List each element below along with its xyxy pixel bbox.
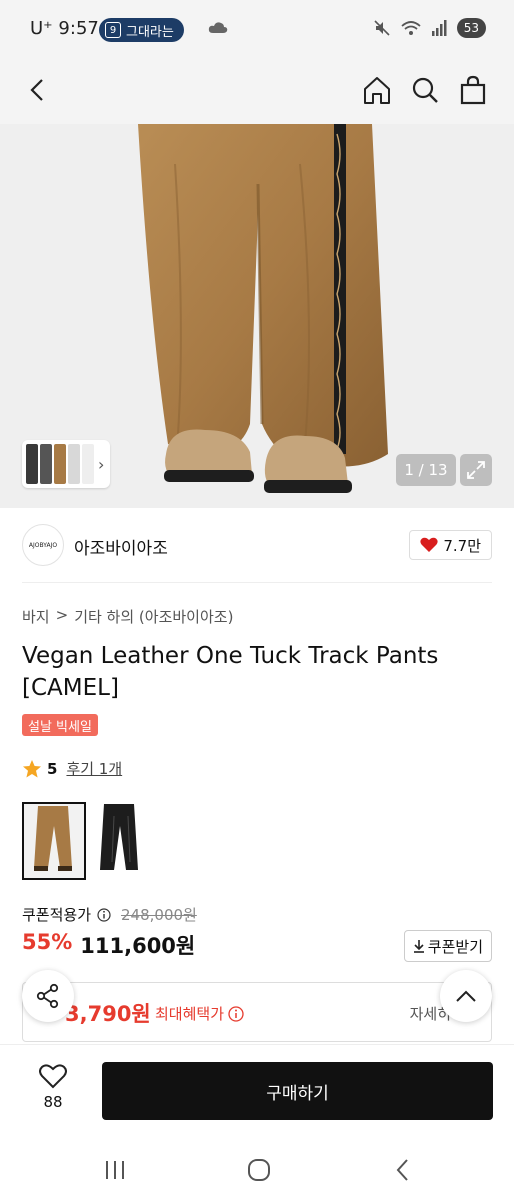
notification-text: 그대라는 <box>126 24 174 40</box>
breadcrumb-separator: > <box>55 606 69 624</box>
reviews-link[interactable]: 후기 1개 <box>66 758 122 779</box>
sale-badge: 설날 빅세일 <box>22 714 98 736</box>
breadcrumb-item[interactable]: 기타 하의 (아조바이아조) <box>74 606 233 627</box>
camel-pants-thumbnail <box>24 804 84 878</box>
chevron-up-icon <box>456 990 476 1002</box>
expand-button[interactable] <box>460 454 492 486</box>
wishlist-button[interactable]: 88 <box>28 1063 78 1111</box>
product-title: Vegan Leather One Tuck Track Pants [CAME… <box>22 643 439 701</box>
system-navigation-bar <box>0 1140 514 1200</box>
brand-logo[interactable]: AJOBYAJO <box>22 524 64 566</box>
thumbnail <box>26 444 38 484</box>
search-button[interactable] <box>407 72 443 108</box>
rating-row[interactable]: 5 후기 1개 <box>22 758 122 779</box>
max-benefit-label: 최대혜택가 <box>155 1003 244 1024</box>
image-counter: 1 / 13 <box>396 454 456 486</box>
price-row: 55% 111,600원 <box>22 930 195 960</box>
home-circle-icon <box>248 1159 270 1181</box>
rating-score: 5 <box>47 759 58 778</box>
system-back-button[interactable] <box>387 1154 419 1186</box>
expand-icon <box>467 461 485 479</box>
status-icons: 53 <box>373 18 486 38</box>
system-back-icon <box>396 1159 408 1181</box>
recent-apps-button[interactable] <box>99 1154 131 1186</box>
thumbnail <box>82 444 94 484</box>
now-playing-pill[interactable]: 9 그대라는 <box>99 18 184 42</box>
color-option-camel[interactable] <box>22 802 86 880</box>
brand-name[interactable]: 아조바이아조 <box>74 534 168 559</box>
divider <box>22 582 492 583</box>
black-pants-thumbnail <box>88 802 152 880</box>
wifi-icon <box>401 21 421 35</box>
get-coupon-button[interactable]: 쿠폰받기 <box>403 930 492 962</box>
bag-icon <box>460 75 486 105</box>
cart-button[interactable] <box>455 72 491 108</box>
thumbnail <box>40 444 52 484</box>
info-icon[interactable] <box>97 907 111 922</box>
sale-price: 111,600원 <box>80 934 196 958</box>
scroll-top-button[interactable] <box>440 970 492 1022</box>
battery-icon: 53 <box>456 18 486 38</box>
back-icon <box>30 79 43 101</box>
status-time: U⁺ 9:57 <box>30 18 99 39</box>
home-button[interactable] <box>359 72 395 108</box>
color-option-black[interactable] <box>88 802 152 880</box>
cloud-icon <box>208 22 228 33</box>
breadcrumb-item[interactable]: 바지 <box>22 606 50 627</box>
thumbnail <box>68 444 80 484</box>
search-icon <box>412 77 438 103</box>
wishlist-count: 88 <box>43 1093 63 1111</box>
chevron-right-icon: › <box>98 454 105 474</box>
home-icon <box>364 77 390 104</box>
heart-icon <box>39 1064 67 1089</box>
top-navigation <box>0 60 514 124</box>
max-benefit-box[interactable]: 3,790원 최대혜택가 자세히 <box>22 982 492 1042</box>
purchase-bar: 88 구매하기 <box>0 1044 514 1140</box>
brand-row[interactable]: AJOBYAJO 아조바이아조 7.7만 <box>0 508 514 582</box>
clock: 9:57 <box>58 18 99 39</box>
max-benefit-price: 3,790원 <box>65 1002 151 1026</box>
product-image-gallery[interactable]: › 1 / 13 <box>0 124 514 508</box>
carrier-label: U⁺ <box>30 18 53 39</box>
share-button[interactable] <box>22 970 74 1022</box>
get-coupon-label: 쿠폰받기 <box>427 937 483 956</box>
brand-like-count: 7.7만 <box>443 536 481 555</box>
price-label-row: 쿠폰적용가 248,000원 <box>22 904 197 925</box>
heart-filled-icon <box>420 537 438 552</box>
share-icon <box>36 983 59 1009</box>
original-price: 248,000원 <box>121 906 197 924</box>
brand-like-button[interactable]: 7.7만 <box>409 530 492 560</box>
info-icon[interactable] <box>228 1005 244 1022</box>
coupon-price-label: 쿠폰적용가 <box>22 906 92 924</box>
download-icon <box>413 940 424 953</box>
discount-rate: 55% <box>22 930 73 954</box>
recent-apps-icon <box>106 1161 124 1179</box>
mute-icon <box>374 20 390 36</box>
max-benefit-label-text: 최대혜택가 <box>155 1005 225 1023</box>
buy-button[interactable]: 구매하기 <box>102 1062 493 1120</box>
breadcrumb: 바지 > 기타 하의 (아조바이아조) <box>22 606 233 627</box>
home-system-button[interactable] <box>243 1154 275 1186</box>
thumbnail <box>54 444 66 484</box>
notification-badge: 9 <box>105 22 121 38</box>
back-button[interactable] <box>20 72 56 108</box>
thumbnail-strip[interactable]: › <box>22 440 110 488</box>
star-icon <box>23 759 41 777</box>
signal-icon <box>431 20 447 36</box>
status-bar: U⁺ 9:57 9 그대라는 53 <box>0 0 514 60</box>
